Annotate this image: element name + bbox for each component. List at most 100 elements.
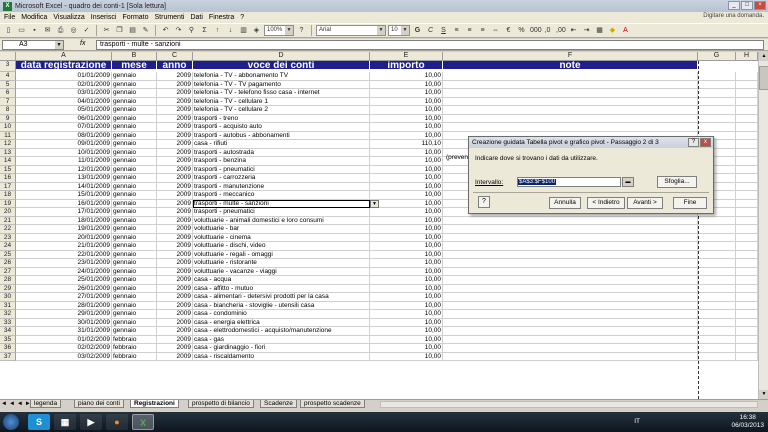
firefox-icon[interactable]: ● [106, 414, 128, 430]
row-header[interactable]: 27 [0, 267, 16, 276]
cell-h[interactable] [736, 174, 758, 183]
cell-item[interactable]: casa - acqua [193, 276, 370, 285]
cell-year[interactable]: 2009 [157, 301, 193, 310]
underline-icon[interactable]: S [438, 25, 449, 36]
cell-h[interactable] [736, 140, 758, 149]
col-header-a[interactable]: A [16, 52, 112, 61]
cell-year[interactable]: 2009 [157, 318, 193, 327]
cell-notes[interactable] [443, 242, 698, 251]
cell-year[interactable]: 2009 [157, 310, 193, 319]
cell-year[interactable]: 2009 [157, 174, 193, 183]
decrease-decimal-icon[interactable]: ,00 [555, 25, 566, 36]
cell-notes[interactable] [443, 250, 698, 259]
row-header[interactable]: 28 [0, 276, 16, 285]
cell-year[interactable]: 2009 [157, 148, 193, 157]
row-header[interactable]: 3 [0, 61, 16, 72]
cell-month[interactable]: gennaio [112, 199, 157, 208]
cell-item[interactable]: telefonia - TV - TV pagamento [193, 80, 370, 89]
cell-year[interactable]: 2009 [157, 242, 193, 251]
autosum-icon[interactable]: Σ [199, 25, 210, 36]
cell-year[interactable]: 2009 [157, 157, 193, 166]
col-header-e[interactable]: E [370, 52, 443, 61]
cell-amount[interactable]: 10,00 [370, 174, 443, 183]
cell-g[interactable] [698, 318, 736, 327]
cancel-button[interactable]: Annulla [549, 197, 581, 209]
cell-g[interactable] [698, 106, 736, 115]
undo-icon[interactable]: ↶ [160, 25, 171, 36]
menu-inserisci[interactable]: Inserisci [89, 14, 121, 21]
cell-item[interactable]: voluttuarie - ristorante [193, 259, 370, 268]
header-cell-notes[interactable]: note [443, 61, 698, 70]
cell-month[interactable]: gennaio [112, 148, 157, 157]
cell-date[interactable]: 16/01/2009 [16, 199, 112, 208]
cell-item[interactable]: casa - alimentari - detersivi prodotti p… [193, 293, 370, 302]
cell-date[interactable]: 07/01/2009 [16, 123, 112, 132]
cell-month[interactable]: gennaio [112, 284, 157, 293]
cell-h[interactable] [736, 250, 758, 259]
cell-notes[interactable] [443, 216, 698, 225]
cell-g[interactable] [698, 242, 736, 251]
cell-notes[interactable] [443, 276, 698, 285]
cell-amount[interactable]: 10,00 [370, 352, 443, 361]
italic-icon[interactable]: C [425, 25, 436, 36]
cell-date[interactable]: 11/01/2009 [16, 157, 112, 166]
cell-amount[interactable]: 10,00 [370, 216, 443, 225]
select-all-corner[interactable] [0, 52, 16, 61]
print-icon[interactable]: ⎙ [55, 25, 66, 36]
paste-icon[interactable]: ▤ [127, 25, 138, 36]
menu-dati[interactable]: Dati [188, 14, 206, 21]
cell-h[interactable] [736, 225, 758, 234]
cell-date[interactable]: 13/01/2009 [16, 174, 112, 183]
cell-year[interactable]: 2009 [157, 344, 193, 353]
cell-item[interactable]: casa - elettrodomestici - acquisto/manut… [193, 327, 370, 336]
cell-year[interactable]: 2009 [157, 233, 193, 242]
cell-amount[interactable]: 110,10 [370, 140, 443, 149]
help-icon[interactable]: ? [296, 25, 307, 36]
cell-h[interactable] [736, 208, 758, 217]
header-cell-year[interactable]: anno [157, 61, 193, 70]
excel-taskbar-icon[interactable]: X [132, 414, 154, 430]
row-header[interactable]: 5 [0, 80, 16, 89]
tab-registrazioni[interactable]: Registrazioni [130, 400, 179, 408]
cell-amount[interactable]: 10,00 [370, 199, 443, 208]
browse-button[interactable]: Sfoglia... [657, 176, 697, 188]
cell-year[interactable]: 2009 [157, 352, 193, 361]
chevron-down-icon[interactable]: ▼ [370, 199, 379, 208]
cell-g[interactable] [698, 225, 736, 234]
cell-g[interactable] [698, 276, 736, 285]
cell-amount[interactable]: 10,00 [370, 293, 443, 302]
hyperlink-icon[interactable]: ⚲ [186, 25, 197, 36]
cell-amount[interactable]: 10,00 [370, 191, 443, 200]
sort-ascending-icon[interactable]: ↑ [212, 25, 223, 36]
cell-notes[interactable] [443, 123, 698, 132]
row-header[interactable]: 15 [0, 165, 16, 174]
row-header[interactable]: 9 [0, 114, 16, 123]
cell-amount[interactable]: 10,00 [370, 242, 443, 251]
open-folder-icon[interactable]: ▭ [16, 25, 27, 36]
cell-date[interactable]: 30/01/2009 [16, 318, 112, 327]
cell-month[interactable]: gennaio [112, 114, 157, 123]
cell-year[interactable]: 2009 [157, 199, 193, 208]
scroll-down-icon[interactable]: ▼ [759, 390, 768, 399]
tab-piano-dei-conti[interactable]: piano dei conti [74, 400, 124, 408]
menu-strumenti[interactable]: Strumenti [153, 14, 189, 21]
row-header[interactable]: 7 [0, 97, 16, 106]
name-box[interactable]: A3 ▼ [2, 40, 64, 50]
cell-h[interactable] [736, 148, 758, 157]
cell-g[interactable] [698, 114, 736, 123]
cell-item[interactable]: voluttuarie - animali domestici e loro c… [193, 216, 370, 225]
cell-g[interactable] [698, 233, 736, 242]
cell-date[interactable]: 21/01/2009 [16, 242, 112, 251]
header-cell-month[interactable]: mese [112, 61, 157, 70]
cell-year[interactable]: 2009 [157, 131, 193, 140]
cell-item[interactable]: voluttuarie - regali - omaggi [193, 250, 370, 259]
cell-notes[interactable] [443, 335, 698, 344]
row-header[interactable]: 32 [0, 310, 16, 319]
new-file-icon[interactable]: ▯ [3, 25, 14, 36]
cell-amount[interactable]: 10,00 [370, 89, 443, 98]
cell-h[interactable] [736, 310, 758, 319]
menu-file[interactable]: File [2, 14, 19, 21]
cell-amount[interactable]: 10,00 [370, 97, 443, 106]
cell-year[interactable]: 2009 [157, 182, 193, 191]
cell-month[interactable]: gennaio [112, 301, 157, 310]
